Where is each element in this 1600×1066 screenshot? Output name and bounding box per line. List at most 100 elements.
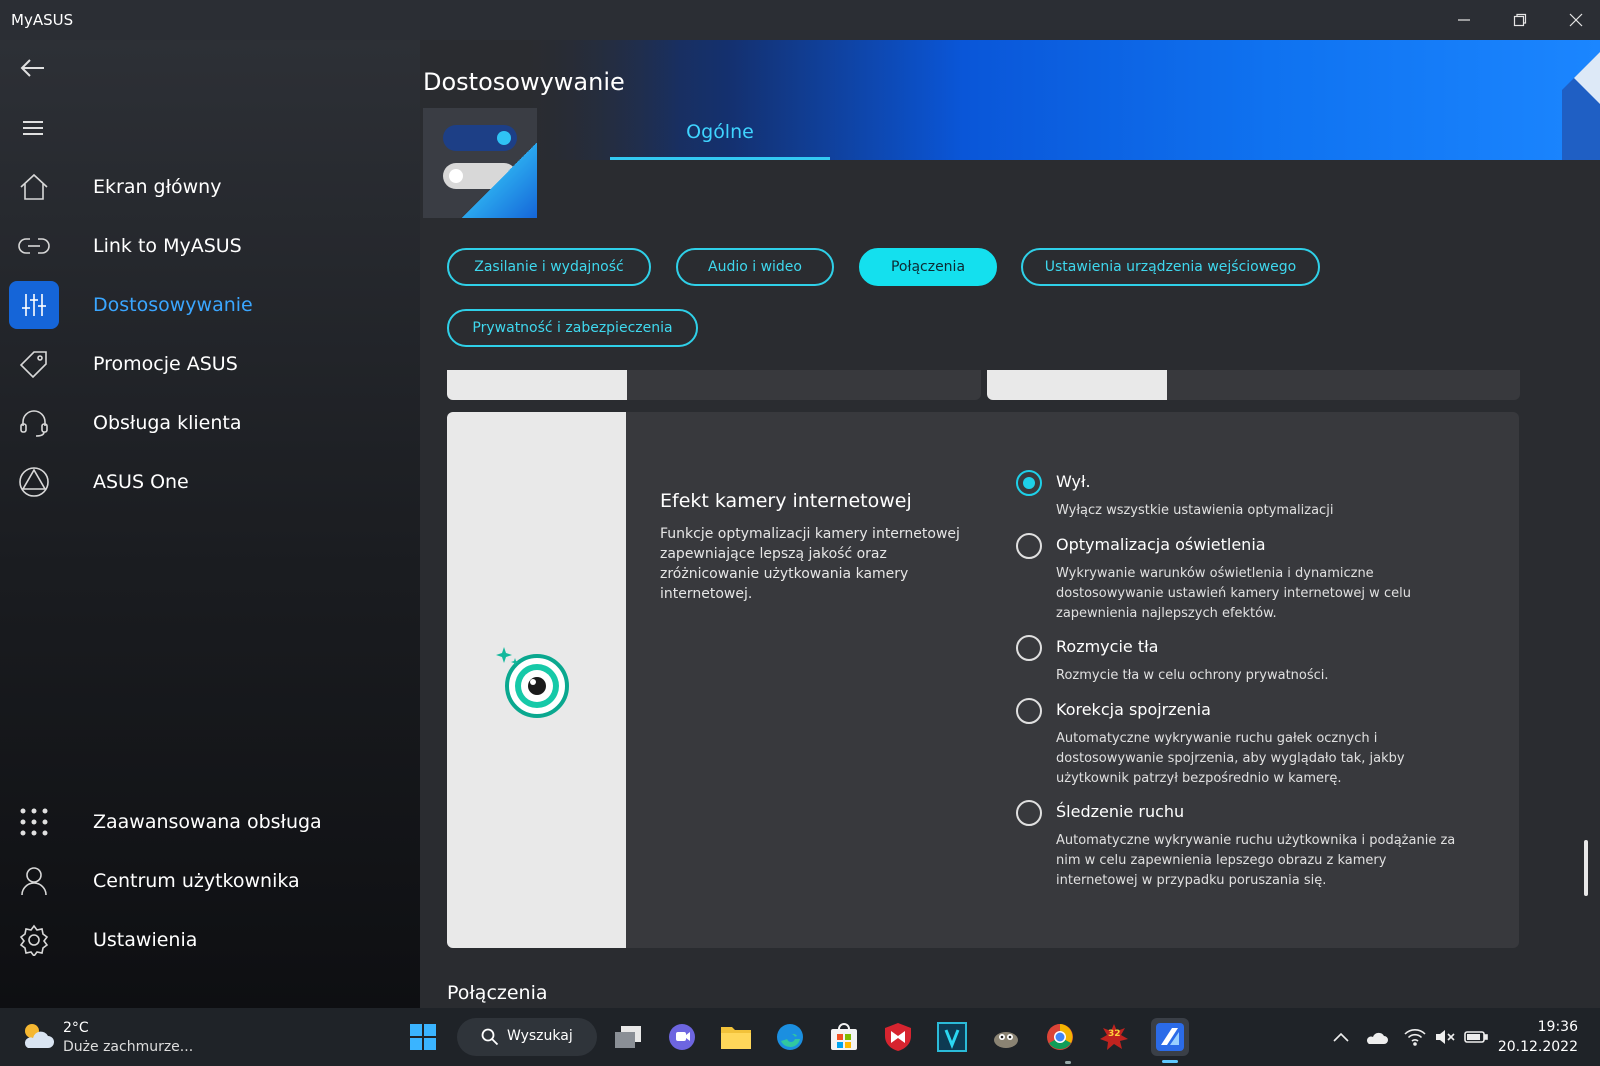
webcam-effect-card: Efekt kamery internetowej Funkcje optyma… [447, 412, 1519, 948]
weather-description[interactable]: Duże zachmurze... [63, 1039, 193, 1055]
sidebar-item-label: Link to MyASUS [93, 235, 242, 257]
back-arrow-icon [20, 59, 44, 77]
volume-button[interactable] [1433, 1025, 1457, 1049]
mcafee-button[interactable] [879, 1018, 917, 1056]
tab-general[interactable]: Ogólne [610, 110, 830, 160]
search-label: Wyszukaj [507, 1028, 573, 1044]
red-app-button[interactable]: 32 [1095, 1018, 1133, 1056]
file-explorer-button[interactable] [717, 1018, 755, 1056]
sidebar-item-link-to-myasus[interactable]: Link to MyASUS [0, 218, 420, 274]
sidebar-item-asus-one[interactable]: ASUS One [0, 454, 420, 510]
radio-button[interactable] [1016, 635, 1042, 661]
taskbar-search[interactable]: Wyszukaj [457, 1018, 597, 1056]
radio-button[interactable] [1016, 698, 1042, 724]
option-label: Wył. [1056, 472, 1091, 491]
hero-toggle-illustration [423, 108, 537, 218]
menu-button[interactable] [13, 108, 53, 148]
chrome-button[interactable] [1041, 1018, 1079, 1056]
mcafee-shield-icon [885, 1023, 911, 1051]
battery-button[interactable] [1464, 1025, 1488, 1049]
title-bar: MyASUS [0, 0, 1600, 40]
option-background-blur[interactable]: Rozmycie tła Rozmycie tła w celu ochrony… [1016, 635, 1456, 691]
radio-button[interactable] [1016, 470, 1042, 496]
app-badge: 32 [1108, 1029, 1121, 1039]
radio-button[interactable] [1016, 800, 1042, 826]
feature-description: Funkcje optymalizacji kamery internetowe… [660, 526, 960, 602]
sidebar-item-support[interactable]: Obsługa klienta [0, 395, 420, 451]
weather-cloud-icon[interactable] [20, 1021, 54, 1051]
gimp-button[interactable] [987, 1018, 1025, 1056]
sidebar-item-settings[interactable]: Ustawienia [0, 912, 420, 968]
gear-icon [9, 916, 59, 964]
speaker-muted-icon [1436, 1030, 1455, 1044]
edge-icon [777, 1024, 803, 1050]
pill-power-performance[interactable]: Zasilanie i wydajność [447, 248, 651, 286]
close-icon [1569, 13, 1583, 27]
search-icon [481, 1028, 499, 1046]
section-title: Połączenia [447, 982, 548, 1004]
edge-browser-button[interactable] [771, 1018, 809, 1056]
start-button[interactable] [404, 1018, 442, 1056]
wifi-button[interactable] [1403, 1025, 1427, 1049]
clock-date[interactable]: 20.12.2022 [1498, 1039, 1578, 1055]
cloud-icon [1366, 1032, 1388, 1044]
option-label: Śledzenie ruchu [1056, 802, 1185, 821]
sidebar-item-label: ASUS One [93, 471, 189, 493]
pill-input-device-settings[interactable]: Ustawienia urządzenia wejściowego [1021, 248, 1320, 286]
task-view-button[interactable] [609, 1018, 647, 1056]
v-app-button[interactable] [933, 1018, 971, 1056]
option-motion-tracking[interactable]: Śledzenie ruchu Automatyczne wykrywanie … [1016, 800, 1456, 896]
home-icon [9, 163, 59, 211]
teams-chat-button[interactable] [663, 1018, 701, 1056]
clock-time[interactable]: 19:36 [1538, 1019, 1578, 1035]
user-icon [9, 857, 59, 905]
close-button[interactable] [1548, 0, 1600, 40]
option-off[interactable]: Wył. Wyłącz wszystkie ustawienia optymal… [1016, 470, 1456, 526]
sidebar-item-advanced-support[interactable]: Zaawansowana obsługa [0, 794, 420, 850]
sidebar-item-label: Ustawienia [93, 929, 198, 951]
folder-icon [721, 1027, 751, 1049]
onedrive-button[interactable] [1364, 1025, 1388, 1049]
app-title: MyASUS [11, 11, 74, 29]
sidebar-item-label: Zaawansowana obsługa [93, 811, 322, 833]
option-description: Wykrywanie warunków oświetlenia i dynami… [1056, 566, 1411, 621]
pill-connections[interactable]: Połączenia [859, 248, 997, 286]
sidebar-item-label: Promocje ASUS [93, 353, 238, 375]
radio-button[interactable] [1016, 533, 1042, 559]
sidebar-item-label: Dostosowywanie [93, 294, 253, 316]
previous-card [447, 370, 981, 400]
page-title: Dostosowywanie [423, 68, 625, 96]
sidebar-item-user-center[interactable]: Centrum użytkownika [0, 853, 420, 909]
scrollbar[interactable] [1584, 840, 1588, 896]
minimize-button[interactable] [1436, 0, 1492, 40]
chrome-icon [1047, 1024, 1073, 1050]
chat-icon [669, 1024, 695, 1050]
option-gaze-correction[interactable]: Korekcja spojrzenia Automatyczne wykrywa… [1016, 698, 1456, 794]
sidebar-item-home[interactable]: Ekran główny [0, 159, 420, 215]
restore-icon [1513, 13, 1527, 27]
sidebar-item-customization[interactable]: Dostosowywanie [0, 277, 420, 333]
show-hidden-icons-button[interactable] [1329, 1025, 1353, 1049]
headset-icon [9, 399, 59, 447]
active-app-indicator [1162, 1060, 1178, 1063]
main-content: Dostosowywanie Ogólne Zasilanie i wydajn… [420, 40, 1600, 1008]
sidebar: Ekran główny Link to MyASUS Dostosowywan… [0, 40, 420, 1008]
sidebar-item-label: Obsługa klienta [93, 412, 242, 434]
myasus-taskbar-button[interactable] [1151, 1018, 1189, 1056]
pill-audio-video[interactable]: Audio i wideo [676, 248, 834, 286]
microsoft-store-button[interactable] [825, 1018, 863, 1056]
windows-start-icon [410, 1024, 436, 1050]
weather-temperature[interactable]: 2°C [63, 1020, 89, 1036]
v-app-icon [937, 1022, 967, 1052]
back-button[interactable] [13, 48, 53, 88]
pill-privacy-security[interactable]: Prywatność i zabezpieczenia [447, 309, 698, 347]
option-description: Wyłącz wszystkie ustawienia optymalizacj… [1056, 503, 1334, 518]
restore-button[interactable] [1492, 0, 1548, 40]
sidebar-item-label: Ekran główny [93, 176, 222, 198]
gimp-icon [994, 1032, 1018, 1048]
sidebar-item-promotions[interactable]: Promocje ASUS [0, 336, 420, 392]
webcam-eye-icon [496, 647, 569, 718]
option-light-optimization[interactable]: Optymalizacja oświetlenia Wykrywanie war… [1016, 533, 1456, 629]
task-view-icon [615, 1026, 641, 1048]
tag-icon [9, 340, 59, 388]
